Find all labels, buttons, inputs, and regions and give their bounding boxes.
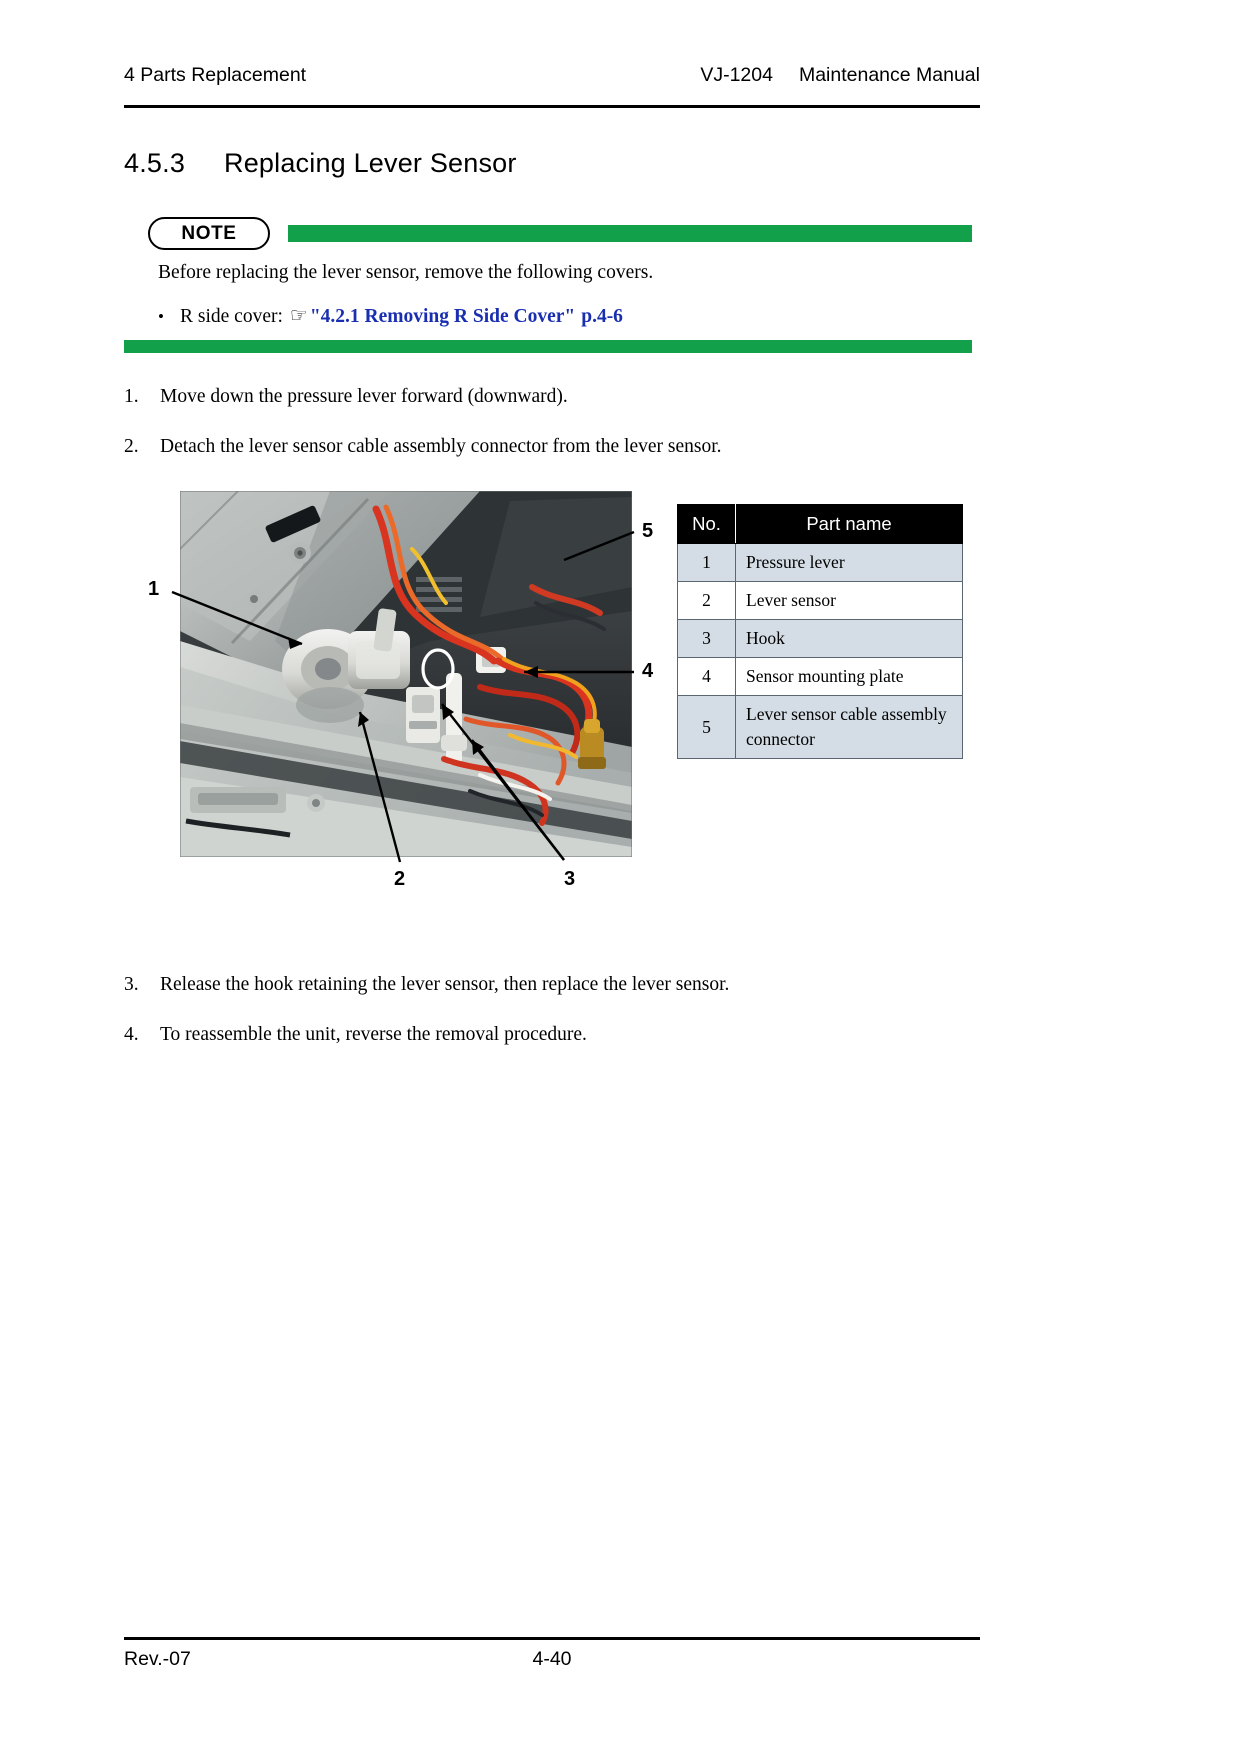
table-row: 5 Lever sensor cable assembly connector	[677, 695, 963, 759]
cell-no: 1	[677, 543, 736, 582]
cell-part-name: Lever sensor cable assembly connector	[735, 695, 963, 759]
step-item: 4. To reassemble the unit, reverse the r…	[124, 1020, 984, 1050]
callout-3: 3	[564, 868, 576, 890]
note-bullet-prefix: R side cover:	[180, 306, 283, 327]
cross-reference-page[interactable]: p.4-6	[581, 306, 623, 327]
step-text: Move down the pressure lever forward (do…	[160, 386, 568, 407]
table-header-row: No. Part name	[677, 504, 963, 544]
step-number: 3.	[124, 974, 139, 995]
procedure-steps-upper: 1. Move down the pressure lever forward …	[124, 382, 984, 482]
bullet-dot-icon: •	[158, 307, 164, 326]
step-text: To reassemble the unit, reverse the remo…	[160, 1024, 587, 1045]
step-item: 2. Detach the lever sensor cable assembl…	[124, 432, 984, 462]
note-body: Before replacing the lever sensor, remov…	[158, 258, 978, 332]
procedure-steps-lower: 3. Release the hook retaining the lever …	[124, 970, 984, 1070]
callout-4: 4	[642, 660, 654, 682]
cell-part-name: Sensor mounting plate	[735, 657, 963, 696]
header-model-label: VJ-1204	[700, 64, 773, 86]
figure-photo	[180, 491, 632, 857]
column-header-no: No.	[677, 504, 736, 544]
cell-no: 4	[677, 657, 736, 696]
step-number: 1.	[124, 386, 139, 407]
step-number: 4.	[124, 1024, 139, 1045]
note-bullet-item: • R side cover: ☞ "4.2.1 Removing R Side C…	[158, 300, 978, 332]
note-bullet-content: R side cover: ☞ "4.2.1 Removing R Side Cov…	[180, 300, 623, 332]
callout-2: 2	[394, 868, 406, 890]
parts-table: No. Part name 1 Pressure lever 2 Lever s…	[677, 504, 963, 759]
step-number: 2.	[124, 436, 139, 457]
callout-1: 1	[148, 578, 160, 600]
cell-part-name: Hook	[735, 619, 963, 658]
cell-no: 5	[677, 695, 736, 759]
manual-page: 4 Parts Replacement VJ-1204 Maintenance …	[0, 0, 1240, 1754]
note-body-text: Before replacing the lever sensor, remov…	[158, 262, 654, 283]
cell-part-name: Pressure lever	[735, 543, 963, 582]
footer-page-number: 4-40	[532, 1648, 572, 1670]
note-top-rule	[288, 225, 972, 242]
cell-no: 2	[677, 581, 736, 620]
column-header-part-name: Part name	[735, 504, 963, 544]
step-item: 3. Release the hook retaining the lever …	[124, 970, 984, 1000]
page-header: 4 Parts Replacement VJ-1204 Maintenance …	[124, 64, 980, 106]
header-manual-label: Maintenance Manual	[798, 64, 980, 86]
step-item: 1. Move down the pressure lever forward …	[124, 382, 984, 412]
section-title-text: Replacing Lever Sensor	[224, 148, 517, 178]
note-badge: NOTE	[148, 217, 270, 250]
section-number: 4.5.3	[124, 148, 186, 178]
figure-lever-sensor: 1 2 3 4 5 No. Part name 1 Pressure lever…	[124, 482, 980, 892]
note-badge-label: NOTE	[181, 222, 237, 244]
table-row: 2 Lever sensor	[677, 581, 963, 620]
table-row: 1 Pressure lever	[677, 543, 963, 582]
cross-reference-link[interactable]: "4.2.1 Removing R Side Cover"	[310, 306, 575, 327]
table-row: 3 Hook	[677, 619, 963, 658]
table-row: 4 Sensor mounting plate	[677, 657, 963, 696]
step-text: Release the hook retaining the lever sen…	[160, 974, 730, 995]
page-footer: Rev.-07 4-40	[124, 1648, 980, 1682]
step-text: Detach the lever sensor cable assembly c…	[160, 436, 722, 457]
header-chapter-label: 4 Parts Replacement	[124, 64, 307, 86]
header-right-group: VJ-1204 Maintenance Manual	[700, 64, 980, 87]
header-divider	[124, 105, 980, 108]
pointing-hand-icon: ☞	[289, 303, 308, 327]
callout-5: 5	[642, 520, 654, 542]
footer-divider	[124, 1637, 980, 1641]
note-bottom-rule	[124, 340, 972, 353]
cell-no: 3	[677, 619, 736, 658]
cell-part-name: Lever sensor	[735, 581, 963, 620]
page-title: 4.5.3 Replacing Lever Sensor	[124, 148, 517, 179]
